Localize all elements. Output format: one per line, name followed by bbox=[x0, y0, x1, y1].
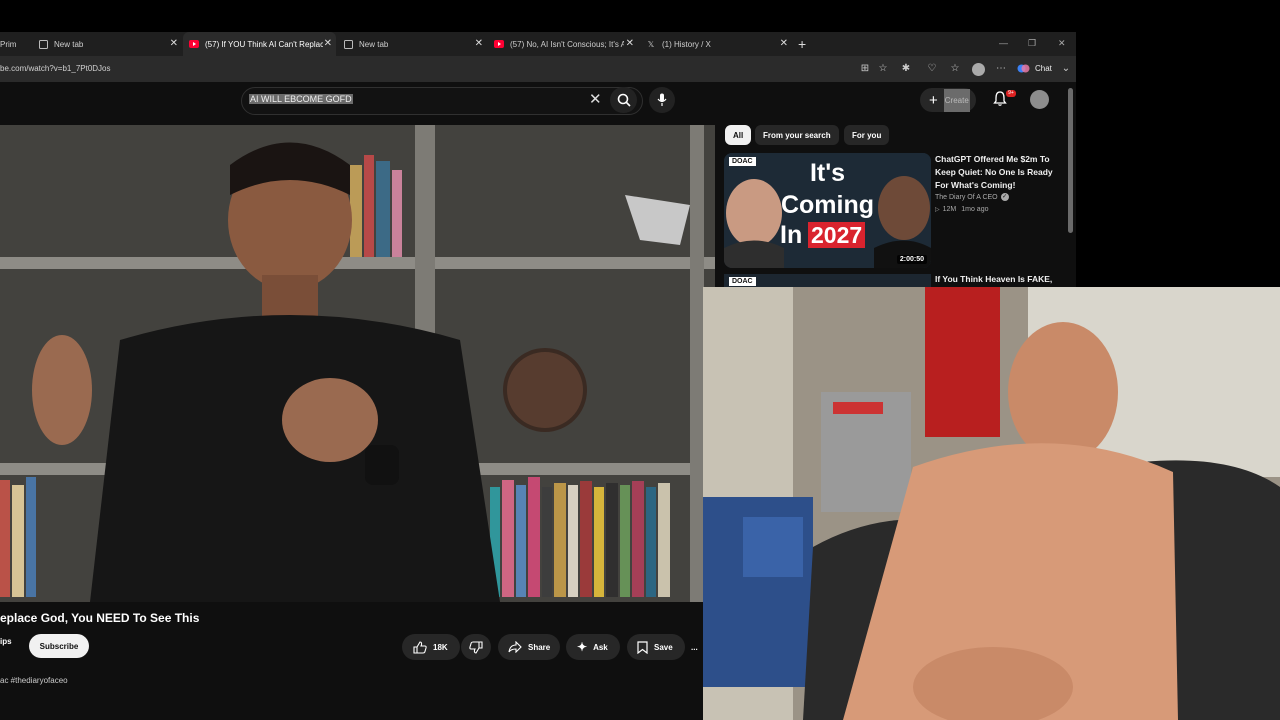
extensions-icon[interactable]: ✱ bbox=[900, 63, 912, 75]
tab-1[interactable]: Prim bbox=[0, 32, 28, 56]
webcam-image bbox=[703, 287, 1280, 720]
thumb-text-line2: Coming bbox=[780, 191, 875, 219]
thumb-text-line3: In bbox=[780, 221, 803, 249]
subscribe-button[interactable]: Subscribe bbox=[29, 634, 89, 658]
page-icon bbox=[38, 39, 48, 49]
related-video-title[interactable]: ChatGPT Offered Me $2m To Keep Quiet: No… bbox=[935, 153, 1060, 192]
notifications-bell-icon[interactable] bbox=[993, 91, 1007, 111]
favorite-star-icon[interactable]: ☆ bbox=[877, 63, 889, 75]
page-scrollbar[interactable] bbox=[1068, 88, 1073, 233]
tab-4[interactable]: New tab ✕ bbox=[337, 32, 487, 56]
tab-label: New tab bbox=[359, 39, 389, 49]
close-icon[interactable]: ✕ bbox=[170, 38, 178, 49]
tab-3-active[interactable]: (57) If YOU Think AI Can't Replace ✕ bbox=[183, 32, 336, 56]
tab-5[interactable]: (57) No, AI Isn't Conscious; It's Act ✕ bbox=[488, 32, 638, 56]
save-button[interactable]: Save bbox=[627, 634, 685, 660]
tab-label: (57) No, AI Isn't Conscious; It's Act bbox=[510, 39, 624, 49]
video-frame bbox=[0, 125, 715, 602]
share-button[interactable]: Share bbox=[498, 634, 560, 660]
browser-tab-strip: Prim New tab ✕ (57) If YOU Think AI Can'… bbox=[0, 32, 1076, 56]
app-available-icon[interactable]: ⊞ bbox=[859, 63, 871, 75]
copilot-chat-button[interactable]: Chat bbox=[1017, 62, 1052, 75]
verified-icon: ✓ bbox=[1000, 193, 1009, 201]
share-label: Share bbox=[528, 642, 551, 652]
thumbs-down-icon bbox=[469, 640, 483, 654]
close-icon[interactable]: ✕ bbox=[475, 38, 483, 49]
address-bar-row bbox=[0, 56, 1076, 82]
related-video-title-2[interactable]: If You Think Heaven Is FAKE, bbox=[935, 273, 1060, 286]
restore-icon[interactable]: ❐ bbox=[1028, 38, 1036, 49]
search-button[interactable] bbox=[610, 87, 637, 113]
youtube-icon bbox=[494, 39, 504, 49]
video-player[interactable] bbox=[0, 125, 715, 602]
related-video-channel[interactable]: The Diary Of A CEO ✓ bbox=[935, 193, 1009, 201]
thumb-year: 2027 bbox=[808, 222, 866, 248]
create-button[interactable]: + Create bbox=[920, 88, 976, 112]
save-playlist-icon bbox=[637, 640, 648, 654]
chip-from-your-search[interactable]: From your search bbox=[755, 125, 839, 145]
close-window-icon[interactable]: ✕ bbox=[1058, 38, 1066, 49]
copilot-icon bbox=[1017, 64, 1030, 73]
favorites-icon[interactable]: ☆ bbox=[949, 63, 961, 75]
tab-6[interactable]: 𝕏 (1) History / X ✕ bbox=[640, 32, 792, 56]
top-letterbox bbox=[0, 0, 1280, 32]
video-title: eplace God, You NEED To See This bbox=[0, 611, 200, 625]
more-menu-icon[interactable]: ⋯ bbox=[995, 63, 1007, 75]
chat-label: Chat bbox=[1035, 64, 1052, 73]
share-icon bbox=[508, 641, 522, 653]
thumb-text-line1: It's bbox=[809, 159, 846, 187]
ask-button[interactable]: ✦ Ask bbox=[566, 634, 620, 660]
close-icon[interactable]: ✕ bbox=[626, 38, 634, 49]
sparkle-icon: ✦ bbox=[577, 640, 588, 654]
doac-badge: DOAC bbox=[729, 277, 756, 286]
dislike-button[interactable] bbox=[461, 634, 491, 660]
tab-label: (1) History / X bbox=[662, 39, 711, 49]
related-video-stats: ▷ 12M 1mo ago bbox=[935, 206, 989, 213]
video-duration: 2:00:50 bbox=[896, 255, 927, 264]
voice-search-button[interactable] bbox=[649, 87, 675, 113]
create-label: Create bbox=[943, 88, 970, 112]
webcam-overlay bbox=[703, 287, 1280, 720]
plus-icon: + bbox=[929, 91, 938, 109]
close-icon[interactable]: ✕ bbox=[780, 38, 788, 49]
more-icon: ... bbox=[691, 642, 698, 652]
x-logo-icon: 𝕏 bbox=[647, 39, 655, 49]
chevron-down-icon[interactable]: ⌄ bbox=[1060, 63, 1072, 75]
chip-for-you[interactable]: For you bbox=[844, 125, 890, 145]
video-description[interactable]: ac #thediaryofaceo bbox=[0, 676, 68, 685]
tab-label: (57) If YOU Think AI Can't Replace bbox=[205, 39, 323, 49]
search-icon bbox=[617, 93, 631, 107]
chip-all[interactable]: All bbox=[725, 125, 752, 145]
thumbs-up-icon bbox=[413, 640, 427, 654]
tab-label: New tab bbox=[54, 39, 84, 49]
ask-label: Ask bbox=[593, 642, 608, 652]
like-button[interactable]: 18K bbox=[402, 634, 460, 660]
search-query[interactable]: AI WILL EBCOME GOFD bbox=[249, 94, 353, 104]
notification-badge: 9+ bbox=[1006, 90, 1016, 97]
new-tab-button[interactable]: + bbox=[798, 32, 814, 56]
channel-name[interactable]: ips bbox=[0, 637, 12, 646]
page-icon bbox=[343, 39, 353, 49]
like-count: 18K bbox=[433, 642, 448, 652]
tab-2[interactable]: New tab ✕ bbox=[32, 32, 182, 56]
profile-icon[interactable] bbox=[972, 63, 985, 76]
clear-search-icon[interactable]: ✕ bbox=[589, 90, 602, 108]
related-video-thumbnail[interactable]: DOAC It's Coming In 2027 2:00:50 bbox=[724, 153, 931, 268]
play-icon: ▷ bbox=[935, 207, 940, 213]
close-icon[interactable]: ✕ bbox=[324, 38, 332, 49]
tab-label: Prim bbox=[0, 39, 17, 49]
youtube-icon bbox=[189, 39, 199, 49]
minimize-icon[interactable]: — bbox=[999, 38, 1008, 48]
browser-essentials-icon[interactable]: ♡ bbox=[926, 63, 938, 75]
account-avatar[interactable] bbox=[1030, 90, 1049, 109]
microphone-icon bbox=[657, 93, 667, 106]
save-label: Save bbox=[654, 642, 673, 652]
url-field[interactable]: be.com/watch?v=b1_7Pt0DJos bbox=[0, 64, 111, 73]
